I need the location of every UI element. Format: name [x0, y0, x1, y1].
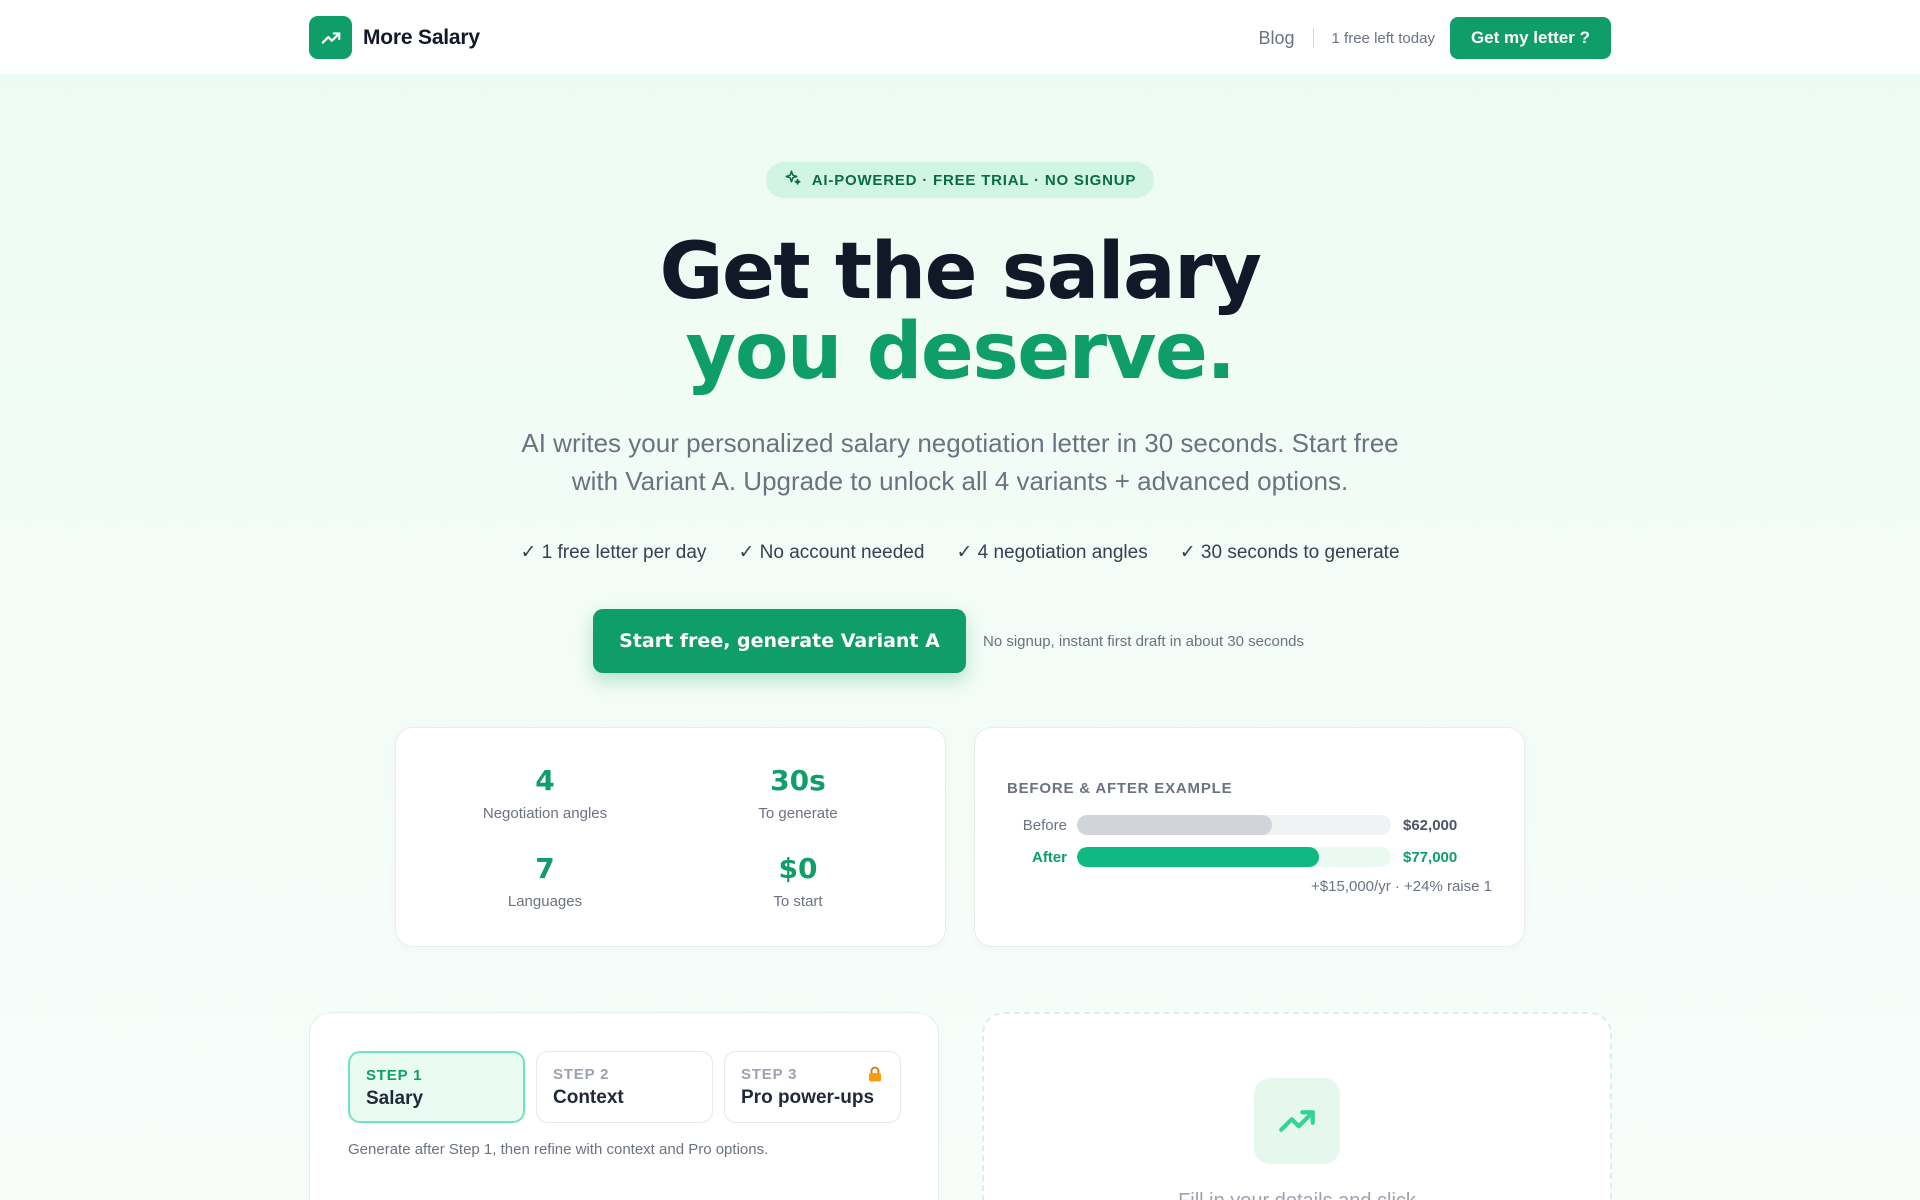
free-left-counter: 1 free left today: [1331, 29, 1435, 47]
tab-step-context[interactable]: STEP 2 Context: [536, 1051, 713, 1123]
hero-badge-text: AI-POWERED · FREE TRIAL · NO SIGNUP: [811, 171, 1137, 189]
stat-value: $0: [778, 852, 818, 885]
hero-subtitle: AI writes your personalized salary negot…: [521, 428, 1399, 496]
top-navbar: More Salary Blog 1 free left today Get m…: [0, 0, 1920, 74]
hero-title-line1: Get the salary: [659, 227, 1262, 317]
nav-divider: [1312, 28, 1314, 48]
step-kicker: STEP 3: [741, 1066, 798, 1083]
stat-value: 30s: [770, 764, 826, 797]
stat-price: $0 To start: [678, 852, 918, 910]
before-bar-fill: [1077, 815, 1272, 835]
tab-step-pro[interactable]: STEP 3 Pro power-ups: [724, 1051, 901, 1123]
feature-item: ✓ 1 free letter per day: [520, 542, 707, 563]
before-value: $62,000: [1403, 816, 1458, 834]
tab-step-salary[interactable]: STEP 1 Salary: [348, 1051, 525, 1123]
step-name: Context: [553, 1087, 624, 1108]
after-bar-fill: [1077, 847, 1319, 867]
after-label: After: [1031, 848, 1067, 866]
before-bar-track: [1077, 815, 1391, 835]
preview-placeholder-text: Fill in your details and click: [984, 1190, 1610, 1200]
trending-up-icon: [1254, 1078, 1340, 1164]
start-free-button[interactable]: Start free, generate Variant A: [593, 609, 966, 673]
trending-up-icon: [309, 16, 352, 59]
after-bar-track: [1077, 847, 1391, 867]
after-row: After $77,000: [1007, 846, 1497, 868]
hero-title: Get the salary you deserve.: [0, 232, 1920, 392]
get-letter-button[interactable]: Get my letter ?: [1449, 17, 1611, 59]
lock-icon: [868, 1066, 882, 1085]
step-kicker: STEP 2: [553, 1066, 610, 1083]
letter-form-card: STEP 1 Salary STEP 2 Context STEP 3 Pro …: [309, 1012, 939, 1200]
feature-list: ✓ 1 free letter per day ✓ No account nee…: [0, 541, 1920, 564]
before-row: Before $62,000: [1007, 814, 1497, 836]
stat-angles: 4 Negotiation angles: [425, 764, 665, 822]
stat-label: To start: [773, 893, 823, 910]
nav: Blog 1 free left today Get my letter ?: [1259, 17, 1611, 59]
hero-cta-row: Start free, generate Variant A No signup…: [593, 609, 1304, 673]
before-after-card: BEFORE & AFTER EXAMPLE Before $62,000 Af…: [974, 727, 1525, 947]
stat-generate: 30s To generate: [678, 764, 918, 822]
feature-item: ✓ No account needed: [738, 542, 925, 563]
step-name: Pro power-ups: [741, 1087, 875, 1108]
cta-note: No signup, instant first draft in about …: [983, 632, 1305, 650]
raise-footnote: +$15,000/yr · +24% raise 1: [1311, 878, 1492, 895]
form-hint: Generate after Step 1, then refine with …: [348, 1141, 769, 1158]
hero-badge: AI-POWERED · FREE TRIAL · NO SIGNUP: [766, 162, 1154, 198]
stat-label: Negotiation angles: [482, 805, 608, 822]
stat-languages: 7 Languages: [425, 852, 665, 910]
hero-title-line2: you deserve.: [685, 307, 1236, 397]
feature-item: ✓ 30 seconds to generate: [1179, 542, 1400, 563]
stat-label: Languages: [507, 893, 583, 910]
nav-blog-link[interactable]: Blog: [1259, 28, 1295, 49]
step-kicker: STEP 1: [366, 1067, 423, 1084]
brand[interactable]: More Salary: [309, 16, 480, 59]
sparkle-icon: [784, 169, 802, 191]
letter-preview-card: Fill in your details and click: [982, 1012, 1612, 1200]
example-title: BEFORE & AFTER EXAMPLE: [1007, 780, 1233, 797]
step-name: Salary: [366, 1088, 424, 1109]
step-tabs: STEP 1 Salary STEP 2 Context STEP 3 Pro …: [348, 1051, 901, 1123]
before-label: Before: [1022, 816, 1067, 834]
after-value: $77,000: [1403, 848, 1458, 866]
feature-item: ✓ 4 negotiation angles: [956, 542, 1148, 563]
stat-label: To generate: [758, 805, 838, 822]
stat-value: 7: [535, 852, 555, 885]
stat-value: 4: [535, 764, 555, 797]
brand-name: More Salary: [363, 25, 480, 49]
stats-card: 4 Negotiation angles 30s To generate 7 L…: [395, 727, 946, 947]
